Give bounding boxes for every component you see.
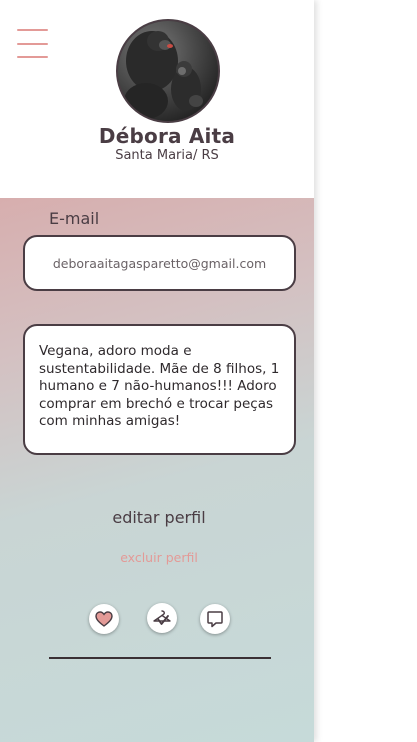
bottom-divider [49,657,271,659]
profile-name: Débora Aita [98,124,236,148]
edit-profile-button[interactable]: editar perfil [0,508,314,527]
profile-location: Santa Maria/ RS [115,148,219,163]
avatar[interactable] [116,19,220,123]
email-label: E-mail [49,209,100,228]
email-value: deboraaitagasparetto@gmail.com [52,255,267,271]
email-field[interactable]: deboraaitagasparetto@gmail.com [23,235,296,291]
hamburger-menu-icon[interactable] [17,29,48,58]
profile-photo-image [118,21,218,121]
bio-text: Vegana, adoro moda e sustentabilidade. M… [39,343,280,429]
chat-icon[interactable] [200,604,230,634]
profile-screen: Débora Aita Santa Maria/ RS E-mail debor… [0,0,314,742]
profile-body: E-mail deboraaitagasparetto@gmail.com Ve… [0,198,314,742]
delete-profile-link[interactable]: excluir perfil [0,550,314,565]
hanger-icon[interactable] [147,603,177,633]
screen: Débora Aita Santa Maria/ RS E-mail debor… [0,0,417,742]
bio-textarea[interactable]: Vegana, adoro moda e sustentabilidade. M… [23,324,296,455]
profile-header: Débora Aita Santa Maria/ RS [0,0,314,198]
heart-icon[interactable] [89,604,119,634]
